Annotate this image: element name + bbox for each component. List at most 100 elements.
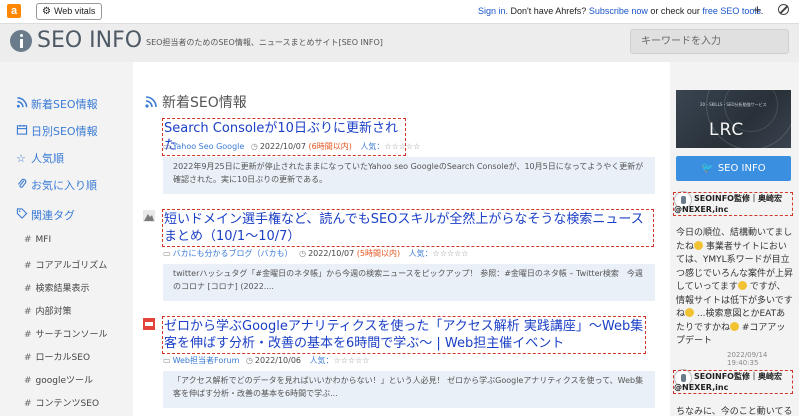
emoji-icon [737, 281, 747, 290]
article-meta: ▭ Yahoo Seo Google ◷ 2022/10/07 (6時間以内) 人気… [163, 141, 420, 152]
info-icon[interactable] [10, 30, 32, 52]
article-excerpt: 2022年9月25日に更新が停止されたままになっていたYahoo seo Goo… [163, 157, 655, 194]
site-tagline: SEO担当者のためのSEO情報、ニュースまとめサイト[SEO INFO] [146, 38, 383, 47]
article-excerpt: twitterハッシュタグ「#金曜日のネタ帳」から今週の検索ニュースをピックアッ… [163, 264, 655, 301]
banner-text: LRC [709, 120, 745, 140]
twitter-button-label: SEO INFO [717, 163, 766, 174]
web-tan-thumbnail-icon [143, 318, 155, 330]
tag-icon [16, 208, 28, 219]
hash-icon: # [24, 284, 32, 294]
popularity-label: 人気： [309, 356, 334, 365]
nav-item-label: 新着SEO情報 [31, 98, 98, 111]
tag-link-google-tools[interactable]: # googleツール [24, 373, 93, 386]
monitor-icon: ▭ [163, 142, 171, 151]
calendar-icon [16, 124, 28, 135]
section-title-text: 新着SEO情報 [162, 95, 247, 111]
tweet-author[interactable]: SEOINFO監修｜奥崎宏@NEXER,inc [673, 370, 793, 394]
article-age: (6時間以内) [308, 142, 352, 151]
tag-label: コアアルゴリズム [35, 261, 108, 271]
ahrefs-logo-icon[interactable]: a [7, 4, 21, 18]
hash-icon: # [24, 261, 32, 271]
article-date: 2022/10/07 [308, 249, 355, 258]
article-meta: ▭ Web担当者Forum ◷ 2022/10/06 人気：☆☆☆☆☆ [163, 355, 369, 366]
hash-icon: # [24, 330, 32, 340]
article-title-link[interactable]: 短いドメイン選手権など、読んでもSEOスキルが全然上がらなそうな検索ニュースまと… [162, 209, 654, 247]
site-header: SEO INFO SEO担当者のためのSEO情報、ニュースまとめサイト[SEO … [0, 24, 799, 62]
section-title: 新着SEO情報 [145, 92, 247, 112]
popularity-stars: ☆☆☆☆☆ [432, 249, 469, 258]
main-content: 新着SEO情報 Search Consoleが10日ぶりに更新された ▭ Yaho… [133, 62, 670, 416]
tag-link-content-seo[interactable]: # コンテンツSEO [24, 396, 99, 409]
left-sidebar: 新着SEO情報 日別SEO情報 ☆ 人気順 お気に入り順 関連タグ # MFI # コ… [0, 62, 133, 416]
popularity-label: 人気： [360, 142, 385, 151]
nav-item-label: お気に入り順 [31, 179, 97, 192]
tag-label: MFI [35, 235, 52, 245]
article-source[interactable]: バカにも分かるブログ（バカも） [173, 249, 293, 258]
hash-icon: # [24, 376, 32, 386]
gear-icon: ⚙ [42, 6, 51, 17]
nav-item-popular[interactable]: ☆ 人気順 [16, 150, 64, 166]
popularity-stars: ☆☆☆☆☆ [384, 142, 421, 151]
nav-item-tags[interactable]: 関連タグ [16, 207, 75, 223]
tag-label: サーチコンソール [35, 330, 108, 340]
banner-subtitle: 20・SKILLS・SEO分析勉強サービス [700, 102, 767, 107]
nav-item-favorites[interactable]: お気に入り順 [16, 177, 97, 193]
block-icon[interactable] [778, 4, 789, 15]
emoji-icon [730, 321, 740, 331]
paperclip-icon [17, 178, 27, 188]
twitter-follow-button[interactable]: 🐦 SEO INFO [676, 156, 791, 181]
tweet-text: 今日の順位、結構動いてましたね 事業者サイトにおいては、YMYL系ワードが目立つ… [676, 227, 794, 349]
tag-link-serp-display[interactable]: # 検索結果表示 [24, 281, 90, 294]
lrc-banner[interactable]: 20・SKILLS・SEO分析勉強サービス LRC [676, 90, 791, 148]
article-source[interactable]: Web担当者Forum [173, 356, 240, 365]
nav-item-daily[interactable]: 日別SEO情報 [16, 123, 98, 139]
article-meta: ▭ バカにも分かるブログ（バカも） ◷ 2022/10/07 (5時間以内) 人気：… [163, 248, 469, 259]
site-logo[interactable]: SEO INFO [37, 28, 142, 53]
emoji-icon [694, 240, 704, 250]
ahrefs-message: Sign in. Don't have Ahrefs? Subscribe no… [478, 6, 763, 16]
tag-link-mfi[interactable]: # MFI [24, 235, 51, 245]
star-icon: ☆ [16, 152, 26, 165]
clock-icon: ◷ [245, 356, 253, 365]
tag-label: googleツール [35, 376, 94, 386]
hash-icon: # [24, 399, 32, 409]
tag-link-core-algorithm[interactable]: # コアアルゴリズム [24, 258, 107, 271]
web-vitals-button[interactable]: ⚙ Web vitals [36, 3, 102, 20]
web-vitals-label: Web vitals [53, 6, 96, 16]
tag-link-search-console[interactable]: # サーチコンソール [24, 327, 108, 340]
nav-item-new[interactable]: 新着SEO情報 [16, 96, 98, 112]
mountain-thumbnail-icon [143, 210, 155, 222]
popularity-stars: ☆☆☆☆☆ [333, 356, 370, 365]
tag-label: 内部対策 [35, 307, 72, 317]
emoji-icon [685, 308, 695, 317]
nav-item-label: 関連タグ [31, 209, 75, 222]
article-age: (5時間以内) [356, 249, 401, 258]
article-date: 2022/10/06 [254, 356, 302, 365]
tag-link-local-seo[interactable]: # ローカルSEO [24, 350, 90, 363]
article-source[interactable]: Yahoo Seo Google [173, 142, 245, 151]
clock-icon: ◷ [299, 249, 307, 258]
article-title-link[interactable]: ゼロから学ぶGoogleアナリティクスを使った「アクセス解析 実践講座」～Web… [162, 316, 646, 354]
tag-link-internal[interactable]: # 内部対策 [24, 304, 72, 317]
rss-icon [16, 97, 28, 108]
tag-label: ローカルSEO [35, 353, 91, 363]
subscribe-link[interactable]: Subscribe now [589, 6, 648, 16]
ahrefs-toolbar: a ⚙ Web vitals Sign in. Don't have Ahrefs… [0, 0, 799, 24]
monitor-icon: ▭ [163, 356, 171, 365]
nav-item-label: 日別SEO情報 [31, 125, 98, 138]
hash-icon: # [24, 353, 32, 363]
clock-icon: ◷ [250, 142, 258, 151]
hash-icon: # [24, 235, 32, 245]
signin-link[interactable]: Sign in. [478, 6, 508, 16]
tweet-author[interactable]: SEOINFO監修｜奥崎宏@NEXER,inc [673, 192, 793, 216]
search-input[interactable] [630, 29, 789, 54]
popularity-label: 人気： [408, 249, 433, 258]
rss-icon [145, 96, 157, 108]
article-date: 2022/10/07 [259, 142, 306, 151]
right-sidebar: 20・SKILLS・SEO分析勉強サービス LRC 🐦 SEO INFO SEOI… [670, 62, 799, 416]
nav-item-label: 人気順 [31, 152, 64, 165]
tweet-text: ちなみに、今のこと動いてる [676, 407, 793, 416]
plus-icon[interactable]: + [753, 2, 762, 19]
tweet-timestamp[interactable]: 2022/09/14 19:40:35 [727, 351, 799, 367]
msg-or: or check our [647, 6, 703, 16]
